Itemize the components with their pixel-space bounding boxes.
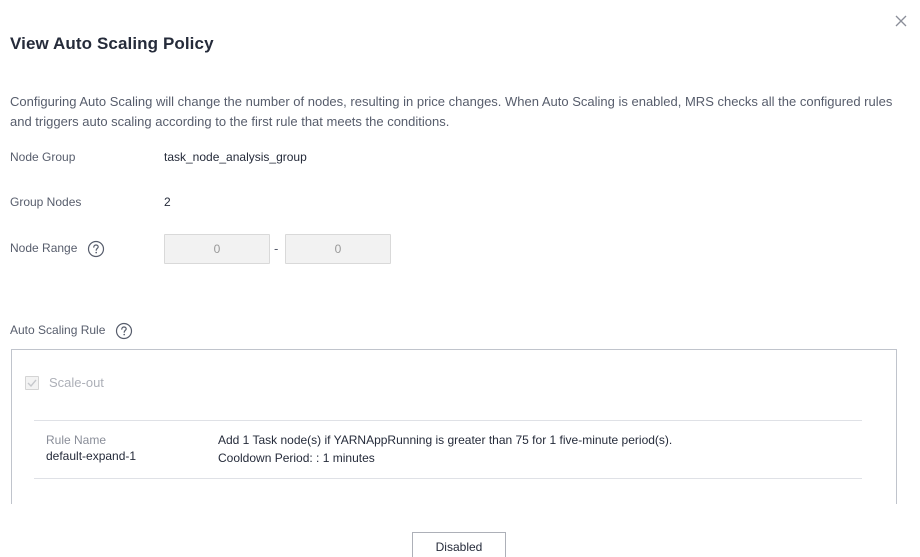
dialog-title: View Auto Scaling Policy: [10, 34, 214, 53]
rule-divider-top: [34, 420, 862, 421]
question-circle-icon[interactable]: [115, 322, 133, 340]
range-separator: -: [274, 241, 279, 256]
scale-out-option: Scale-out: [25, 375, 104, 390]
scale-out-checkbox[interactable]: [25, 375, 39, 390]
node-range-min-input[interactable]: [164, 234, 270, 264]
group-nodes-value: 2: [164, 195, 171, 209]
rule-cooldown: Cooldown Period: : 1 minutes: [218, 451, 375, 465]
auto-scaling-rule-panel: Scale-out Rule Name default-expand-1 Add…: [11, 349, 897, 504]
group-nodes-label: Group Nodes: [10, 195, 82, 209]
scale-out-label: Scale-out: [49, 375, 104, 390]
node-group-value: task_node_analysis_group: [164, 150, 307, 164]
view-auto-scaling-policy-dialog: View Auto Scaling Policy Configuring Aut…: [0, 0, 920, 557]
disabled-button[interactable]: Disabled: [412, 532, 506, 557]
rule-description: Add 1 Task node(s) if YARNAppRunning is …: [218, 433, 673, 447]
auto-scaling-rule-label-row: Auto Scaling Rule: [10, 322, 133, 340]
close-icon[interactable]: [894, 14, 908, 28]
rule-divider-bottom: [34, 478, 862, 479]
policy-description: Configuring Auto Scaling will change the…: [10, 94, 893, 129]
auto-scaling-rule-label: Auto Scaling Rule: [10, 323, 106, 338]
rule-name-label: Rule Name: [46, 433, 107, 447]
node-range-label: Node Range: [10, 241, 78, 256]
node-group-label: Node Group: [10, 150, 76, 164]
question-circle-icon[interactable]: [87, 240, 105, 258]
rule-name-value: default-expand-1: [46, 449, 137, 463]
node-range-label-row: Node Range: [10, 240, 105, 258]
node-range-max-input[interactable]: [285, 234, 391, 264]
